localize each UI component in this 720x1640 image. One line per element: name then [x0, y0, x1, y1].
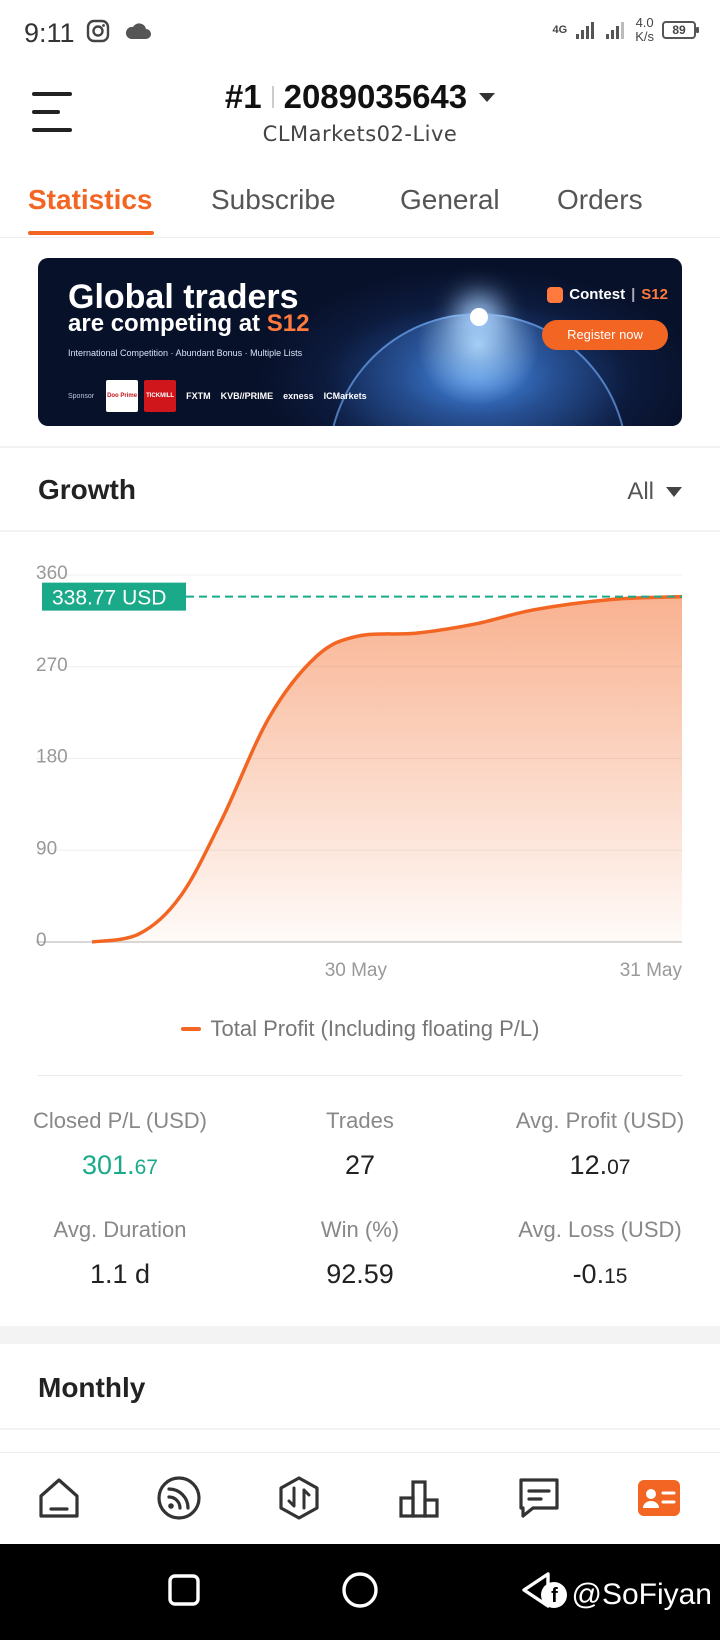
account-server: CLMarkets02-Live — [262, 122, 458, 146]
promo-banner[interactable]: Global traders are competing at S12 Inte… — [38, 258, 682, 426]
x-tick-label: 31 May — [620, 960, 683, 981]
home-button[interactable] — [340, 1570, 380, 1610]
register-now-button[interactable]: Register now — [542, 320, 668, 350]
instagram-icon — [86, 19, 110, 43]
stat-trades: Trades 27 — [326, 1108, 394, 1180]
status-bar: 9:11 4G 4.0 K/s 89 — [0, 0, 720, 64]
growth-chart: 360 270 180 90 0 30 May 31 May 338.77 USD — [36, 563, 683, 981]
trade-icon[interactable] — [274, 1473, 324, 1523]
tab-bar: Statistics Subscribe General Orders — [0, 176, 720, 238]
sponsor-logo: TICKMILL — [144, 380, 177, 412]
period-filter-dropdown[interactable]: All — [627, 478, 682, 506]
account-selector[interactable]: #1 2089035643 — [0, 78, 720, 116]
y-tick-label: 360 — [36, 563, 68, 584]
sponsor-logo: ICMarkets — [323, 391, 367, 401]
status-time: 9:11 — [24, 18, 75, 48]
banner-tagline: International Competition · Abundant Bon… — [68, 348, 303, 358]
recent-apps-button[interactable] — [166, 1572, 202, 1608]
signal-icon-2 — [606, 22, 625, 39]
messages-icon[interactable] — [514, 1473, 564, 1523]
x-tick-label: 30 May — [325, 960, 388, 981]
banner-subheadline: are competing at S12 — [68, 310, 310, 337]
signal-icon — [576, 22, 595, 39]
cloud-icon — [125, 23, 151, 39]
stat-avg-profit: Avg. Profit (USD) 12.07 — [515, 1108, 685, 1180]
sponsor-logo: exness — [283, 391, 314, 401]
bottom-nav — [0, 1452, 720, 1544]
home-icon[interactable] — [34, 1473, 84, 1523]
y-tick-label: 90 — [36, 838, 57, 859]
monthly-title: Monthly — [38, 1372, 146, 1403]
sponsor-logo: FXTM — [186, 391, 211, 401]
feed-icon[interactable] — [154, 1473, 204, 1523]
y-tick-label: 270 — [36, 655, 68, 676]
tab-subscribe[interactable]: Subscribe — [211, 184, 336, 216]
chevron-down-icon — [479, 92, 496, 102]
network-type: 4G — [552, 24, 568, 36]
growth-title: Growth — [38, 474, 136, 505]
contest-logo-icon — [547, 286, 564, 303]
y-tick-label: 180 — [36, 747, 68, 768]
sponsor-logos: Sponsor Doo Prime TICKMILL FXTM KVB//PRI… — [68, 380, 367, 412]
stat-avg-loss: Avg. Loss (USD) -0.15 — [518, 1217, 682, 1289]
current-value-label: 338.77 USD — [52, 587, 166, 610]
battery-icon: 89 — [662, 21, 699, 39]
profile-icon[interactable] — [634, 1473, 684, 1523]
ranking-icon[interactable] — [394, 1473, 444, 1523]
chevron-down-icon — [666, 487, 682, 497]
legend-label: Total Profit (Including floating P/L) — [210, 1016, 540, 1041]
tab-orders[interactable]: Orders — [557, 184, 643, 216]
stat-win-rate: Win (%) 92.59 — [320, 1217, 400, 1289]
chart-area-fill — [92, 596, 682, 942]
account-rank: #1 — [224, 78, 262, 115]
sponsor-logo: KVB//PRIME — [220, 391, 274, 401]
sponsor-logo: Doo Prime — [106, 380, 139, 412]
sponsor-label: Sponsor — [68, 392, 95, 400]
active-tab-indicator — [28, 231, 154, 235]
y-tick-label: 0 — [36, 930, 47, 951]
app-header: #1 2089035643 CLMarkets02-Live — [0, 64, 720, 164]
system-nav-bar: f @SoFiyan — [0, 1544, 720, 1640]
chart-legend: Total Profit (Including floating P/L) — [0, 1016, 720, 1042]
network-speed: 4.0 K/s — [635, 15, 654, 44]
contest-label: Contest | S12 — [547, 286, 668, 303]
stat-avg-duration: Avg. Duration 1.1 d — [53, 1217, 187, 1289]
legend-swatch — [180, 1027, 201, 1031]
stat-closed-pl: Closed P/L (USD) 301.67 — [32, 1108, 207, 1180]
tab-general[interactable]: General — [400, 184, 500, 216]
watermark: f @SoFiyan — [541, 1578, 712, 1612]
facebook-icon: f — [541, 1582, 568, 1608]
tab-statistics[interactable]: Statistics — [28, 184, 153, 216]
account-id: 2089035643 — [283, 78, 468, 115]
